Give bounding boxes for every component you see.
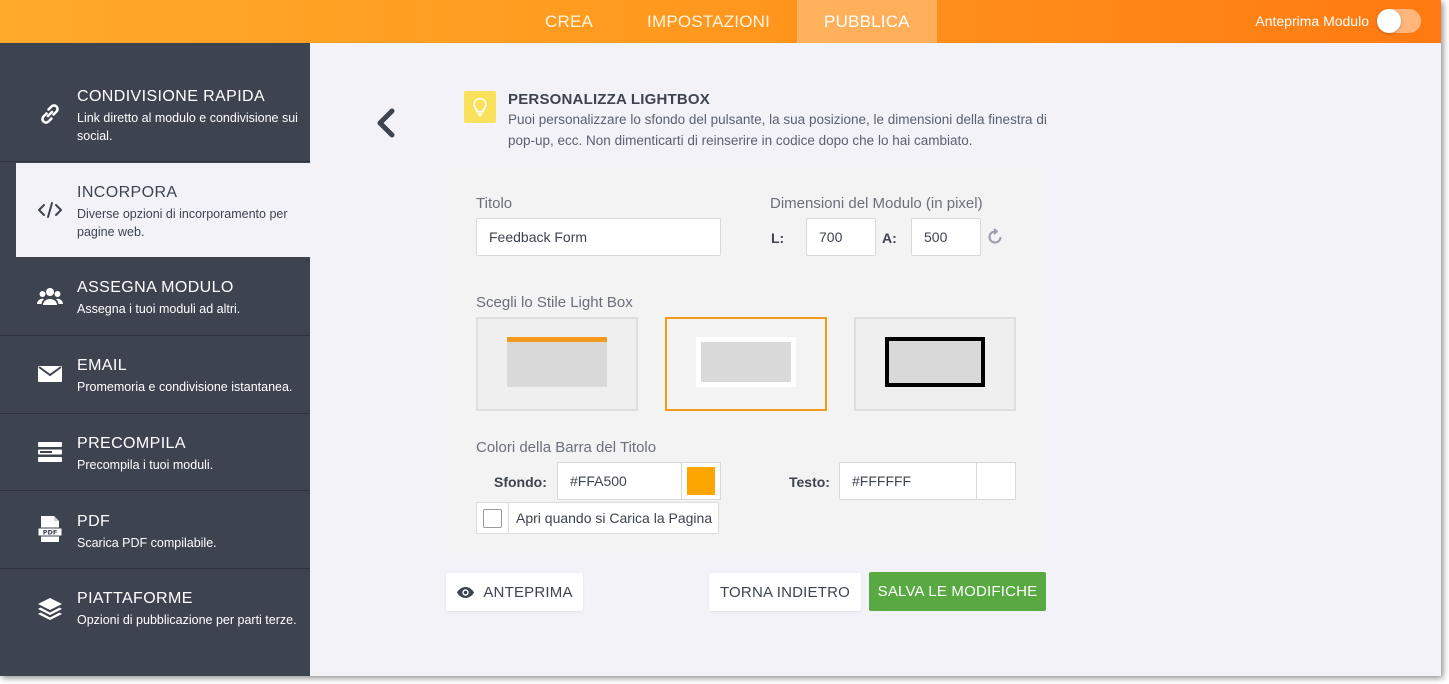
top-bar: CREA IMPOSTAZIONI PUBBLICA Anteprima Mod…	[0, 0, 1441, 43]
users-icon	[36, 282, 64, 310]
tab-crea[interactable]: CREA	[518, 0, 620, 43]
sidebar-item-title: ASSEGNA MODULO	[77, 279, 234, 296]
titlebar-colors-label: Colori della Barra del Titolo	[476, 439, 657, 456]
text-color-picker[interactable]	[976, 462, 1016, 500]
sidebar-item-desc: Assegna i tuoi moduli ad altri.	[77, 302, 241, 316]
back-chevron-icon[interactable]	[372, 106, 402, 140]
bg-color-swatch	[687, 467, 715, 495]
eye-icon	[457, 586, 475, 598]
style-2-preview	[696, 337, 796, 387]
prefill-icon	[36, 438, 64, 466]
width-input[interactable]: 700	[806, 218, 876, 256]
sidebar-item-desc: Diverse opzioni di incorporamento per pa…	[77, 207, 288, 239]
bg-color-label: Sfondo:	[494, 474, 547, 490]
section-description: Puoi personalizzare lo sfondo del pulsan…	[508, 112, 1047, 148]
text-color-swatch	[982, 467, 1010, 495]
sidebar-item-desc: Scarica PDF compilabile.	[77, 536, 217, 550]
sidebar-item-desc: Link diretto al modulo e condivisione su…	[77, 111, 298, 143]
style-label: Scegli lo Stile Light Box	[476, 294, 633, 311]
sidebar-item-email[interactable]: EMAIL Promemoria e condivisione istantan…	[0, 336, 310, 414]
top-nav: CREA IMPOSTAZIONI PUBBLICA	[518, 0, 937, 43]
tab-pubblica[interactable]: PUBBLICA	[797, 0, 937, 43]
height-label: A:	[882, 230, 897, 246]
sidebar-item-platforms[interactable]: PIATTAFORME Opzioni di pubblicazione per…	[0, 569, 310, 676]
sidebar-item-desc: Promemoria e condivisione istantanea.	[77, 380, 293, 394]
height-input[interactable]: 500	[911, 218, 981, 256]
sidebar-item-embed[interactable]: INCORPORA Diverse opzioni di incorporame…	[16, 163, 310, 257]
sidebar-item-title: INCORPORA	[77, 184, 178, 201]
bg-color-input[interactable]: #FFA500	[557, 462, 682, 500]
lightbox-style-option-2[interactable]	[665, 317, 827, 411]
pdf-icon: PDF	[36, 515, 64, 543]
go-back-button[interactable]: TORNA INDIETRO	[709, 573, 861, 611]
title-input[interactable]: Feedback Form	[476, 218, 721, 256]
open-on-load-label: Apri quando si Carica la Pagina	[516, 510, 713, 526]
sidebar-item-pdf[interactable]: PDF PDF Scarica PDF compilabile.	[0, 491, 310, 569]
save-changes-button[interactable]: SALVA LE MODIFICHE	[869, 572, 1046, 611]
lightbox-style-option-3[interactable]	[854, 317, 1016, 411]
sidebar-item-desc: Precompila i tuoi moduli.	[77, 458, 214, 472]
tab-impostazioni[interactable]: IMPOSTAZIONI	[620, 0, 797, 43]
style-3-preview	[885, 337, 985, 387]
reset-dimensions-icon[interactable]	[986, 228, 1004, 246]
svg-text:PDF: PDF	[43, 529, 58, 537]
sidebar-item-title: PIATTAFORME	[77, 590, 193, 607]
open-on-load-option[interactable]: Apri quando si Carica la Pagina	[476, 502, 719, 534]
lightbox-style-option-1[interactable]	[476, 317, 638, 411]
section-title: PERSONALIZZA LIGHTBOX	[508, 91, 710, 108]
form-preview-switch[interactable]	[1377, 9, 1421, 33]
link-icon	[36, 100, 64, 128]
sidebar-item-title: EMAIL	[77, 357, 128, 374]
width-label: L:	[771, 230, 785, 246]
switch-knob	[1377, 9, 1401, 33]
sidebar: CONDIVISIONE RAPIDA Link diretto al modu…	[0, 43, 310, 676]
open-on-load-checkbox[interactable]	[483, 509, 502, 528]
form-preview-toggle: Anteprima Modulo	[1255, 9, 1421, 33]
sidebar-item-quick-share[interactable]: CONDIVISIONE RAPIDA Link diretto al modu…	[0, 43, 310, 162]
bg-color-picker[interactable]	[681, 462, 721, 500]
envelope-icon	[36, 360, 64, 388]
sidebar-item-title: CONDIVISIONE RAPIDA	[77, 88, 266, 105]
sidebar-item-title: PDF	[77, 513, 111, 530]
title-label: Titolo	[476, 195, 513, 212]
layers-icon	[36, 595, 64, 623]
app-window: CREA IMPOSTAZIONI PUBBLICA Anteprima Mod…	[0, 0, 1441, 676]
sidebar-item-title: PRECOMPILA	[77, 435, 186, 452]
text-color-label: Testo:	[789, 474, 830, 490]
lightbulb-icon	[464, 91, 496, 123]
preview-button-label: ANTEPRIMA	[483, 583, 573, 601]
preview-button[interactable]: ANTEPRIMA	[446, 573, 583, 611]
style-1-preview	[507, 337, 607, 387]
sidebar-item-prefill[interactable]: PRECOMPILA Precompila i tuoi moduli.	[0, 414, 310, 491]
form-preview-label: Anteprima Modulo	[1255, 13, 1369, 29]
sidebar-item-desc: Opzioni di pubblicazione per parti terze…	[77, 613, 297, 627]
divider	[508, 503, 509, 533]
sidebar-item-assign-form[interactable]: ASSEGNA MODULO Assegna i tuoi moduli ad …	[0, 257, 310, 336]
code-icon	[36, 196, 64, 224]
text-color-input[interactable]: #FFFFFF	[839, 462, 977, 500]
dimensions-label: Dimensioni del Modulo (in pixel)	[770, 195, 983, 212]
